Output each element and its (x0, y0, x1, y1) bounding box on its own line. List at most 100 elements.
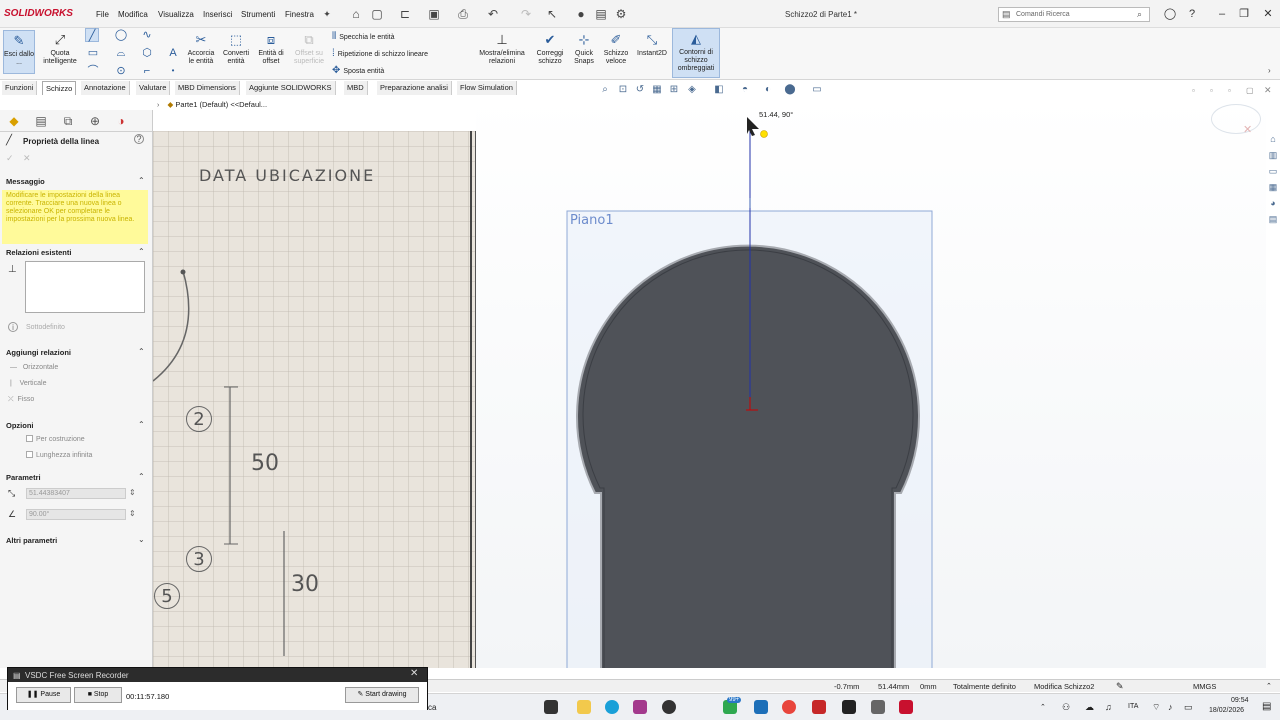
confirm-corner-close-icon[interactable]: ✕ (1243, 123, 1252, 136)
custom-properties-icon[interactable]: ▤ (1266, 212, 1280, 226)
tab-aggiunte-solidworks[interactable]: Aggiunte SOLIDWORKS (246, 81, 336, 95)
file-properties-icon[interactable]: ▤ (594, 7, 608, 21)
app-icon-1[interactable] (633, 700, 647, 714)
menu-file[interactable]: File (96, 10, 109, 19)
relation-vertical[interactable]: | Verticale (10, 380, 46, 387)
section-view-icon[interactable]: ▦ (651, 84, 663, 96)
notifications-icon[interactable]: ▤ (1262, 701, 1271, 712)
arc-tool-icon[interactable]: ⌒ (86, 64, 100, 78)
design-library-icon[interactable]: ▥ (1266, 148, 1280, 162)
length-spin-icon[interactable]: ⇕ (129, 488, 136, 497)
existing-relations-list[interactable] (25, 261, 145, 313)
volume-icon[interactable]: ♪ (1168, 702, 1173, 712)
view-palette-icon[interactable]: ▦ (1266, 180, 1280, 194)
feature-manager-tab-icon[interactable]: ◆ (6, 113, 22, 129)
menu-strumenti[interactable]: Strumenti (241, 10, 275, 19)
quick-snaps-button[interactable]: ⊹ Quick Snaps (570, 30, 598, 66)
pin-icon[interactable]: ✦ (320, 7, 334, 21)
tray-chevron-icon[interactable]: ⌃ (1040, 703, 1046, 711)
add-relations-title[interactable]: Aggiungi relazioni (6, 348, 71, 357)
chrome-icon[interactable] (782, 700, 796, 714)
menu-modifica[interactable]: Modifica (118, 10, 148, 19)
options-gear-icon[interactable]: ⚙ (614, 7, 628, 21)
existing-relations-title[interactable]: Relazioni esistenti (6, 248, 71, 257)
status-expand-icon[interactable]: ⌃ (1266, 682, 1272, 690)
repair-sketch-button[interactable]: ✔ Correggi schizzo (532, 30, 568, 66)
collapse-add-relations-icon[interactable]: ⌃ (138, 347, 145, 356)
configuration-manager-tab-icon[interactable]: ⧉ (60, 113, 76, 129)
text-tool-icon[interactable]: A (166, 46, 180, 60)
help-icon[interactable]: ? (1184, 6, 1200, 22)
minimize-icon[interactable]: – (1214, 6, 1230, 22)
acrobat-icon[interactable] (812, 700, 826, 714)
taskbar-search-text[interactable]: ca (428, 703, 436, 712)
tab-preparazione-analisi[interactable]: Preparazione analisi (377, 81, 452, 95)
mirror-entities-button[interactable]: ⫴ Specchia le entità (332, 31, 394, 42)
tab-annotazione[interactable]: Annotazione (81, 81, 130, 95)
appearances-icon[interactable]: ◕ (1266, 196, 1280, 210)
graphics-minimize-icon[interactable]: ▫ (1210, 86, 1213, 95)
tab-mbd-dimensions[interactable]: MBD Dimensions (175, 81, 240, 95)
graphics-maximize-icon[interactable]: ▢ (1246, 86, 1254, 95)
fillet-tool-icon[interactable]: ⌐ (140, 64, 154, 78)
infinite-length-checkbox[interactable]: Lunghezza infinita (26, 451, 92, 459)
help-icon[interactable]: ? (134, 134, 144, 144)
zoom-fit-icon[interactable]: ⌕ (599, 84, 611, 96)
offset-surface-button[interactable]: ⧉ Offset su superficie (290, 30, 328, 66)
graphics-tile-icon[interactable]: ▫ (1192, 86, 1195, 95)
circle-tool-icon[interactable]: ◯ (114, 28, 128, 42)
tree-expand-icon[interactable]: › (157, 102, 159, 109)
length-input[interactable]: 51.44383407 (26, 488, 126, 499)
battery-icon[interactable]: ▭ (1184, 702, 1193, 713)
collapse-options-icon[interactable]: ⌃ (138, 420, 145, 429)
rebuild-icon[interactable]: ● (574, 7, 588, 21)
rectangle-tool-icon[interactable]: ▭ (86, 46, 100, 60)
spline-tool-icon[interactable]: ∿ (140, 28, 154, 42)
dimxpert-tab-icon[interactable]: ⊕ (87, 113, 103, 129)
property-manager-tab-icon[interactable]: ▤ (33, 113, 49, 129)
edit-appearance-icon[interactable]: ◐ (762, 84, 774, 96)
resources-icon[interactable]: ⌂ (1266, 132, 1280, 146)
collapse-relations-icon[interactable]: ⌃ (138, 247, 145, 256)
angle-spin-icon[interactable]: ⇕ (129, 509, 136, 518)
status-rebuild-icon[interactable]: ✎ (1116, 681, 1124, 692)
show-relations-button[interactable]: ⊥ Mostra/elimina relazioni (475, 30, 529, 66)
dynamic-annotation-icon[interactable]: ⊞ (668, 84, 680, 96)
polygon-tool-icon[interactable]: ⬡ (140, 46, 154, 60)
app-icon-2[interactable] (662, 700, 676, 714)
search-icon[interactable]: ⌕ (1137, 9, 1142, 20)
collapse-message-icon[interactable]: ⌃ (138, 176, 145, 185)
feature-tree-flyout[interactable]: › ◆ Parte1 (Default) <<Defaul... (157, 100, 267, 109)
print-icon[interactable]: ⎙ (456, 7, 470, 21)
keyboard-language[interactable]: ITA (1128, 703, 1138, 710)
convert-entities-button[interactable]: ⬚ Converti entità (219, 30, 253, 66)
app-icon-5[interactable] (871, 700, 885, 714)
home-icon[interactable]: ⌂ (349, 7, 363, 21)
for-construction-checkbox[interactable]: Per costruzione (26, 435, 85, 443)
open-icon[interactable]: ⊏ (398, 7, 412, 21)
task-view-icon[interactable] (544, 700, 558, 714)
instant2d-button[interactable]: ⤡ Instant2D (634, 30, 670, 58)
select-icon[interactable]: ↖ (545, 7, 559, 21)
exit-sketch-button[interactable]: ✎ Esci dallo ... (3, 30, 35, 74)
view-settings-icon[interactable]: ▭ (811, 84, 823, 96)
menu-inserisci[interactable]: Inserisci (203, 10, 232, 19)
recorder-close-icon[interactable]: ✕ (410, 668, 418, 679)
microphone-icon[interactable]: ♫ (1105, 702, 1112, 712)
smart-dimension-button[interactable]: ⤢ Quota intelligente (38, 30, 82, 66)
linear-pattern-button[interactable]: ⁞ Ripetizione di schizzo lineare (332, 48, 428, 59)
close-icon[interactable]: ✕ (1260, 6, 1276, 22)
line-tool-icon[interactable]: ╱ (85, 28, 99, 42)
menu-finestra[interactable]: Finestra (285, 10, 314, 19)
zoom-area-icon[interactable]: ⊡ (617, 84, 629, 96)
tab-mbd[interactable]: MBD (344, 81, 368, 95)
menu-visualizza[interactable]: Visualizza (158, 10, 194, 19)
undo-icon[interactable]: ↶ (486, 7, 500, 21)
app-icon-3[interactable] (754, 700, 768, 714)
pause-button[interactable]: ❚❚ Pause (16, 687, 71, 703)
sketch-canvas[interactable] (476, 96, 1266, 668)
hide-show-icon[interactable]: ◓ (739, 84, 751, 96)
clock-time[interactable]: 09:54 (1231, 697, 1249, 704)
cancel-icon[interactable]: ✕ (23, 153, 31, 164)
tab-schizzo[interactable]: Schizzo (42, 81, 77, 95)
